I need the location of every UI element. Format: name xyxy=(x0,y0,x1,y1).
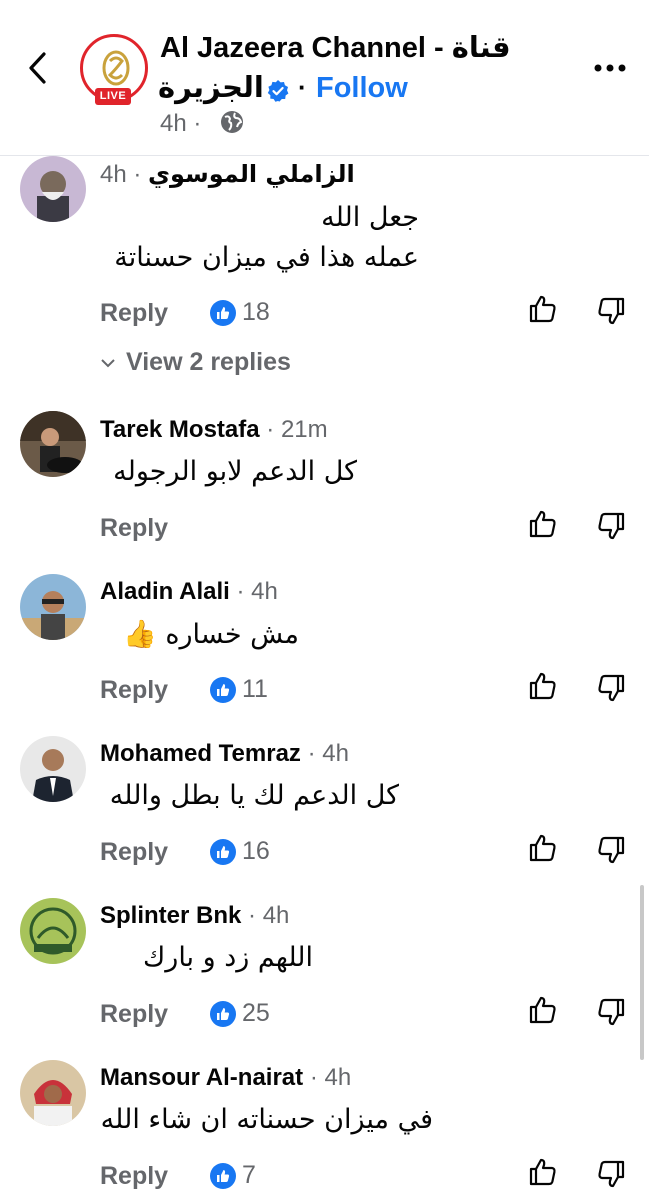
commenter-avatar[interactable] xyxy=(20,574,86,640)
comment-time: 4h xyxy=(251,578,278,605)
thumbs-up-icon[interactable] xyxy=(528,1157,558,1187)
thumbs-down-icon[interactable] xyxy=(596,296,626,326)
commenter-avatar[interactable] xyxy=(20,1060,86,1126)
verified-badge-icon xyxy=(267,80,289,102)
reply-button[interactable]: Reply xyxy=(100,1162,168,1191)
comment-text: كل الدعم لك يا بطل والله xyxy=(109,780,399,811)
page-name-arabic[interactable]: الجزيرة xyxy=(158,70,264,104)
reply-button[interactable]: Reply xyxy=(100,299,168,328)
comment-header: Tarek Mostafa · 21m xyxy=(100,416,328,443)
comment-text: مش خساره 👍 xyxy=(123,619,299,650)
comment-text-line2: عمله هذا في ميزان حسناتة xyxy=(114,242,419,273)
chevron-down-icon xyxy=(101,358,115,367)
comment-time: 4h xyxy=(322,740,349,767)
header-divider xyxy=(0,155,649,156)
like-count: 11 xyxy=(210,675,268,704)
like-count: 25 xyxy=(210,999,270,1028)
comment-header: Aladin Alali · 4h xyxy=(100,578,278,605)
thumbs-up-icon[interactable] xyxy=(528,509,558,539)
post-timestamp: 4h · xyxy=(160,110,202,137)
comment-text: جعل الله xyxy=(321,202,419,233)
reply-button[interactable]: Reply xyxy=(100,838,168,867)
al-jazeera-logo-icon xyxy=(102,50,130,86)
like-count-value: 18 xyxy=(242,298,270,326)
like-count-value: 16 xyxy=(242,837,270,865)
thumbs-up-icon[interactable] xyxy=(528,833,558,863)
thumbs-down-icon[interactable] xyxy=(596,1159,626,1189)
thumbs-down-icon[interactable] xyxy=(596,511,626,541)
commenter-avatar[interactable] xyxy=(20,898,86,964)
commenter-name[interactable]: Tarek Mostafa xyxy=(100,416,260,443)
commenter-avatar[interactable] xyxy=(20,411,86,477)
comment-time: 21m xyxy=(280,416,328,443)
scrollbar[interactable] xyxy=(640,885,644,1060)
thumbs-up-icon[interactable] xyxy=(528,671,558,701)
commenter-avatar[interactable] xyxy=(20,736,86,802)
comment-text: في ميزان حسناته ان شاء الله xyxy=(100,1104,433,1135)
comment-text: اللهم زد و بارك xyxy=(143,942,313,973)
separator-dot: · xyxy=(298,72,307,102)
follow-button[interactable]: Follow xyxy=(316,72,408,105)
commenter-name[interactable]: Mansour Al-nairat xyxy=(100,1064,303,1091)
comment-header: Mohamed Temraz · 4h xyxy=(100,740,349,767)
like-count-value: 25 xyxy=(242,999,270,1027)
comment-header: Mansour Al-nairat · 4h xyxy=(100,1064,352,1091)
thumbs-up-icon[interactable] xyxy=(528,294,558,324)
post-header: LIVE Al Jazeera Channel - قناة الجزيرة ·… xyxy=(0,0,649,155)
commenter-name[interactable]: الزاملي الموسوي xyxy=(148,160,355,188)
like-badge-icon xyxy=(210,676,236,703)
like-count-value: 7 xyxy=(242,1161,256,1189)
like-badge-icon xyxy=(210,838,236,865)
like-count: 7 xyxy=(210,1161,256,1190)
more-options-icon[interactable] xyxy=(590,58,630,78)
comment-header: 4h · الزاملي الموسوي xyxy=(100,160,355,188)
like-count: 18 xyxy=(210,298,270,327)
comment-header: Splinter Bnk · 4h xyxy=(100,902,290,929)
like-count: 16 xyxy=(210,837,270,866)
like-badge-icon xyxy=(210,299,236,326)
globe-icon xyxy=(221,111,243,133)
reply-button[interactable]: Reply xyxy=(100,514,168,543)
live-badge: LIVE xyxy=(95,88,131,105)
like-count-value: 11 xyxy=(242,675,268,703)
view-replies-button[interactable]: View 2 replies xyxy=(100,348,291,377)
thumbs-down-icon[interactable] xyxy=(596,673,626,703)
back-arrow-icon[interactable] xyxy=(22,48,54,88)
comment-time: 4h xyxy=(324,1064,352,1091)
reply-button[interactable]: Reply xyxy=(100,1000,168,1029)
comment-text: كل الدعم لابو الرجوله xyxy=(113,456,357,487)
reply-button[interactable]: Reply xyxy=(100,676,168,705)
comment-time: 4h xyxy=(100,161,127,188)
like-badge-icon xyxy=(210,1000,236,1027)
page-name[interactable]: Al Jazeera Channel - قناة xyxy=(160,30,511,65)
like-badge-icon xyxy=(210,1162,236,1189)
commenter-name[interactable]: Mohamed Temraz xyxy=(100,740,301,767)
thumbs-down-icon[interactable] xyxy=(596,997,626,1027)
thumbs-down-icon[interactable] xyxy=(596,835,626,865)
comment-time: 4h xyxy=(262,902,290,929)
view-replies-label: View 2 replies xyxy=(126,348,291,376)
commenter-name[interactable]: Splinter Bnk xyxy=(100,902,241,929)
thumbs-up-icon[interactable] xyxy=(528,995,558,1025)
commenter-avatar[interactable] xyxy=(20,156,86,222)
commenter-name[interactable]: Aladin Alali xyxy=(100,578,230,605)
